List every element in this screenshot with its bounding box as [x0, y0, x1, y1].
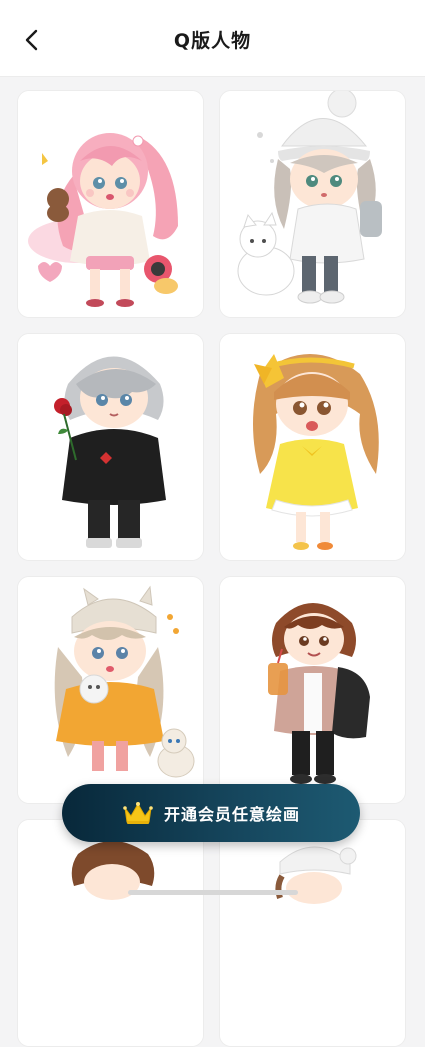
crown-icon: [123, 802, 153, 824]
pink-hair-girl-illustration: [18, 91, 203, 317]
silver-hair-boy-illustration: [18, 334, 203, 560]
brown-curly-hair-illustration: [18, 820, 203, 1046]
brown-hair-boy-illustration: [220, 577, 405, 803]
gallery-item-blonde-girl[interactable]: [219, 333, 406, 561]
vip-membership-button[interactable]: 开通会员任意绘画: [62, 784, 360, 842]
white-hat-character-illustration: [220, 820, 405, 1046]
blonde-girl-illustration: [220, 334, 405, 560]
gallery-item-beige-hat-girl[interactable]: [17, 576, 204, 804]
home-indicator: [128, 890, 298, 895]
gallery-item-pink-hair-girl[interactable]: [17, 90, 204, 318]
gallery-item-brown-curly-hair[interactable]: [17, 819, 204, 1047]
vip-button-label: 开通会员任意绘画: [163, 805, 300, 824]
gallery-item-silver-hair-boy[interactable]: [17, 333, 204, 561]
top-navigation-bar: Q版人物: [0, 0, 425, 77]
beige-hat-girl-illustration: [18, 577, 203, 803]
gallery-item-brown-hair-boy[interactable]: [219, 576, 406, 804]
page-title: Q版人物: [173, 30, 252, 52]
white-beanie-girl-illustration: [220, 91, 405, 317]
gallery-item-white-beanie-girl[interactable]: [219, 90, 406, 318]
gallery-item-white-hat-character[interactable]: [219, 819, 406, 1047]
